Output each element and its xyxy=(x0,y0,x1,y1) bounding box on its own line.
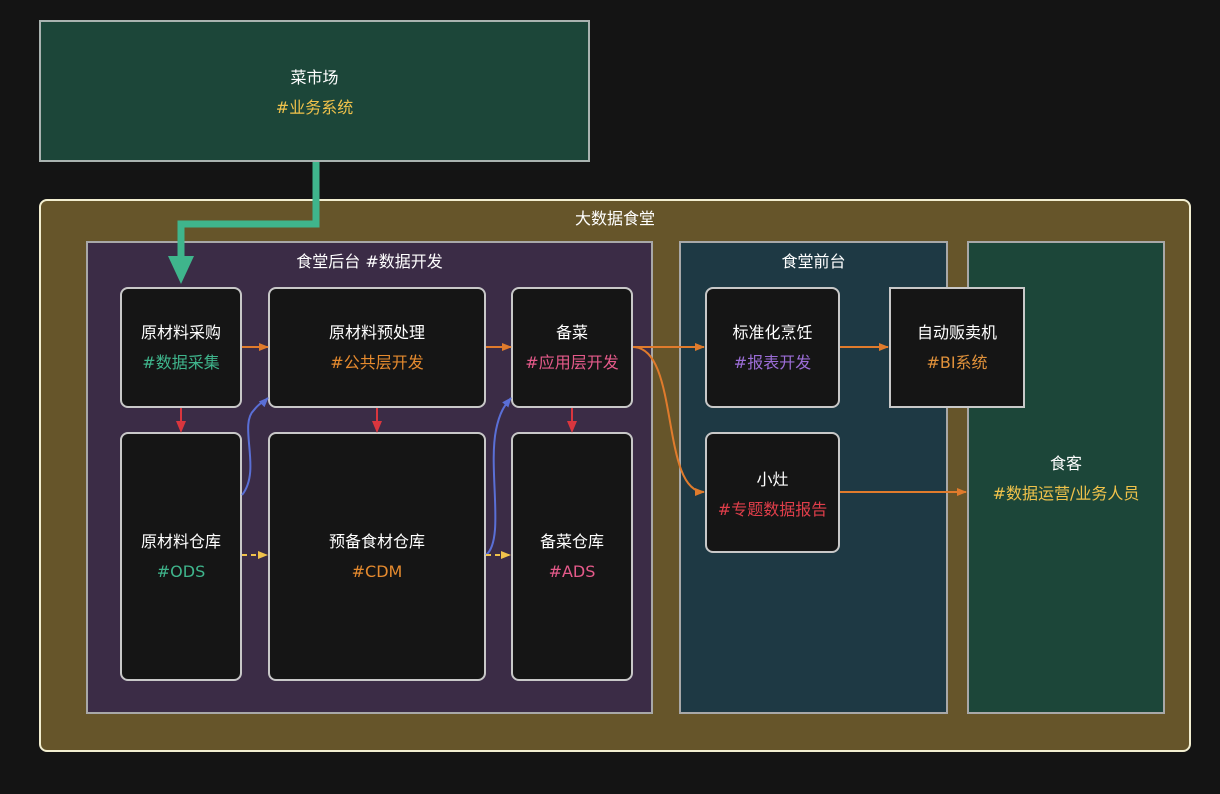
link-prepare-to-stove xyxy=(632,346,705,496)
link-market-arrowhead xyxy=(168,256,194,284)
link-raw-warehouse-to-preprocess xyxy=(241,397,269,496)
connectors xyxy=(168,162,967,559)
link-prepared-warehouse-to-prepare xyxy=(485,397,512,556)
link-market-to-raw-purchase xyxy=(177,162,320,262)
